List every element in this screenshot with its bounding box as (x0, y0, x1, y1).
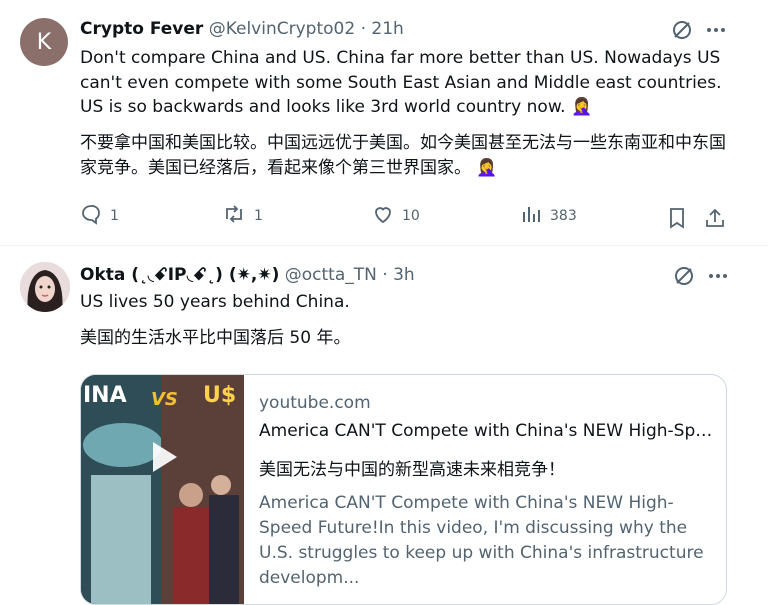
avatar[interactable] (20, 262, 70, 312)
views-button[interactable]: 383 (520, 203, 577, 229)
facepalm-emoji: 🤦‍♀️ (570, 97, 593, 117)
like-icon (372, 203, 394, 229)
tweet-text-en: Don't compare China and US. China far mo… (80, 48, 722, 117)
tweet-text-en: US lives 50 years behind China. (80, 292, 350, 312)
separator-dot: · (382, 265, 388, 285)
author-name[interactable]: Crypto Fever (80, 19, 203, 39)
grok-icon[interactable] (670, 18, 694, 42)
retweet-count: 1 (254, 208, 263, 224)
retweet-button[interactable]: 1 (222, 203, 263, 229)
card-title-zh: 美国无法与中国的新型高速未来相竞争！ (259, 460, 565, 480)
avatar[interactable]: K (20, 18, 68, 66)
timestamp[interactable]: 3h (393, 265, 415, 285)
tweet-header: Crypto Fever @KelvinCrypto02 · 21h (80, 18, 404, 40)
thumb-text-left: INA (83, 383, 127, 408)
reply-count: 1 (110, 208, 119, 224)
like-button[interactable]: 10 (372, 203, 420, 229)
bookmark-icon[interactable] (665, 206, 689, 230)
play-icon[interactable] (143, 437, 183, 477)
retweet-icon (222, 203, 246, 229)
video-thumbnail[interactable]: INA VS U$ (81, 375, 244, 604)
tweet-text-zh: 不要拿中国和美国比较。中国远远优于美国。如今美国甚至无法与一些东南亚和中东国家竞… (80, 133, 726, 178)
thumb-text-vs: VS (151, 389, 178, 410)
link-preview-card[interactable]: INA VS U$ youtube.com America CAN'T Comp… (80, 374, 727, 605)
tweet-text-zh: 美国的生活水平比中国落后 50 年。 (80, 328, 351, 348)
card-domain: youtube.com (259, 393, 371, 413)
tweet-header: Okta (˛◟ꗃIP◟ꗃ˛) (✷,✷) @octta_TN · 3h (80, 264, 415, 286)
reply-icon (80, 203, 102, 229)
views-icon (520, 203, 542, 229)
separator-dot: · (360, 19, 366, 39)
author-handle[interactable]: @KelvinCrypto02 (209, 19, 355, 39)
card-description: America CAN'T Compete with China's NEW H… (259, 493, 704, 588)
reply-button[interactable]: 1 (80, 203, 119, 229)
grok-icon[interactable] (672, 264, 696, 288)
timestamp[interactable]: 21h (371, 19, 403, 39)
view-count: 383 (550, 208, 577, 224)
author-handle[interactable]: @octta_TN (285, 265, 377, 285)
share-icon[interactable] (703, 206, 727, 230)
tweet-1[interactable]: K Crypto Fever @KelvinCrypto02 · 21h Don… (0, 0, 768, 245)
thumb-text-right: U$ (203, 383, 237, 408)
card-title[interactable]: America CAN'T Compete with China's NEW H… (259, 421, 719, 441)
more-icon[interactable] (706, 264, 730, 288)
author-name[interactable]: Okta (˛◟ꗃIP◟ꗃ˛) (✷,✷) (80, 265, 279, 285)
more-icon[interactable] (704, 18, 728, 42)
facepalm-emoji: 🤦‍♀️ (476, 157, 498, 178)
like-count: 10 (402, 208, 420, 224)
